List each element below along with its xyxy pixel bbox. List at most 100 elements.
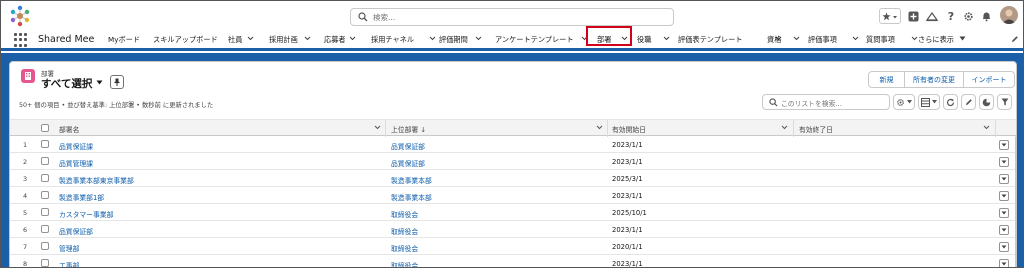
parent-department-link[interactable]: 取締役会: [391, 209, 418, 219]
row-actions-button[interactable]: [999, 157, 1009, 167]
chevron-down-icon[interactable]: [983, 125, 990, 130]
edit-list-button[interactable]: [961, 94, 976, 110]
app-launcher-icon[interactable]: [14, 33, 28, 47]
row-checkbox[interactable]: [41, 259, 49, 267]
column-header-start-date[interactable]: 有効開始日: [612, 124, 646, 134]
nav-chevron-down-icon[interactable]: [429, 36, 436, 41]
table-row[interactable]: 4 製造事業部1部 製造事業本部 2023/1/1: [10, 187, 1016, 204]
row-actions-button[interactable]: [999, 259, 1009, 267]
filter-button[interactable]: [997, 94, 1012, 110]
change-owner-button[interactable]: 所有者の変更: [905, 71, 964, 88]
nav-item[interactable]: スキルアップボード: [153, 35, 218, 45]
display-as-button[interactable]: [918, 94, 940, 110]
nav-chevron-down-icon[interactable]: [304, 36, 311, 41]
nav-item[interactable]: 採用計画: [269, 35, 298, 45]
chart-button[interactable]: [979, 94, 994, 110]
edit-nav-icon[interactable]: [1011, 35, 1019, 45]
column-header-parent[interactable]: 上位部署 ↓: [391, 124, 426, 134]
nav-item[interactable]: 評価期間: [439, 35, 468, 45]
department-name-link[interactable]: 品質管理課: [59, 158, 93, 168]
list-view-name[interactable]: すべて選択: [41, 76, 92, 91]
nav-item[interactable]: 評価表テンプレート: [678, 35, 742, 45]
pin-button[interactable]: [110, 75, 124, 89]
nav-chevron-down-icon[interactable]: [793, 36, 800, 41]
nav-item[interactable]: 社員: [228, 35, 242, 45]
parent-department-link[interactable]: 品質保証部: [391, 141, 425, 151]
chevron-down-icon[interactable]: [959, 36, 966, 41]
row-actions-button[interactable]: [999, 174, 1009, 184]
parent-department-link[interactable]: 製造事業本部: [391, 192, 432, 202]
avatar[interactable]: [1000, 6, 1018, 24]
nav-item[interactable]: 評価事項: [808, 35, 837, 45]
select-all-checkbox[interactable]: [41, 124, 49, 132]
parent-department-link[interactable]: 取締役会: [391, 243, 418, 253]
import-button[interactable]: インポート: [964, 71, 1015, 88]
table-row[interactable]: 2 品質管理課 品質保証部 2023/1/1: [10, 153, 1016, 170]
department-name-link[interactable]: 製造事業部1部: [59, 192, 104, 202]
list-search-input[interactable]: このリストを検索...: [762, 94, 890, 110]
chevron-down-icon[interactable]: [596, 125, 603, 130]
list-settings-button[interactable]: [893, 94, 915, 110]
column-divider[interactable]: [607, 120, 608, 137]
row-checkbox[interactable]: [41, 174, 49, 182]
trailhead-icon[interactable]: [925, 8, 939, 24]
row-checkbox[interactable]: [41, 225, 49, 233]
add-icon[interactable]: [907, 8, 920, 24]
column-header-end-date[interactable]: 有効終了日: [799, 124, 833, 134]
row-checkbox[interactable]: [41, 191, 49, 199]
row-actions-button[interactable]: [999, 191, 1009, 201]
nav-item[interactable]: 資格: [767, 35, 781, 45]
row-actions-button[interactable]: [999, 225, 1009, 235]
refresh-button[interactable]: [943, 94, 958, 110]
chevron-down-icon[interactable]: [781, 125, 788, 130]
nav-chevron-down-icon[interactable]: [475, 36, 482, 41]
nav-chevron-down-icon[interactable]: [852, 36, 859, 41]
row-checkbox[interactable]: [41, 140, 49, 148]
nav-item[interactable]: Myボード: [108, 35, 140, 45]
nav-chevron-down-icon[interactable]: [349, 36, 356, 41]
nav-item[interactable]: 採用チャネル: [371, 35, 414, 45]
table-row[interactable]: 3 製造事業本部東京事業部 製造事業本部 2025/3/1: [10, 170, 1016, 187]
table-row[interactable]: 8 工事部 取締役会 2023/1/1: [10, 255, 1016, 267]
table-row[interactable]: 5 カスタマー事業部 取締役会 2025/10/1: [10, 204, 1016, 221]
row-checkbox[interactable]: [41, 242, 49, 250]
row-actions-button[interactable]: [999, 208, 1009, 218]
chevron-down-icon[interactable]: [374, 125, 381, 130]
column-header-name[interactable]: 部署名: [59, 124, 79, 134]
department-name-link[interactable]: カスタマー事業部: [59, 209, 113, 219]
nav-chevron-down-icon[interactable]: [911, 36, 918, 41]
nav-chevron-down-icon[interactable]: [663, 36, 670, 41]
nav-item[interactable]: アンケートテンプレート: [495, 35, 574, 45]
nav-item[interactable]: 質問事項: [866, 35, 895, 45]
app-logo[interactable]: [9, 5, 31, 27]
row-actions-button[interactable]: [999, 242, 1009, 252]
row-checkbox[interactable]: [41, 157, 49, 165]
new-button[interactable]: 新規: [868, 71, 905, 88]
department-name-link[interactable]: 製造事業本部東京事業部: [59, 175, 134, 185]
parent-department-link[interactable]: 取締役会: [391, 226, 418, 236]
department-name-link[interactable]: 品質保証課: [59, 141, 93, 151]
table-scrollbar[interactable]: [1015, 136, 1016, 267]
table-row[interactable]: 1 品質保証課 品質保証部 2023/1/1: [10, 136, 1016, 153]
table-row[interactable]: 7 管理部 取締役会 2020/1/1: [10, 238, 1016, 255]
column-divider[interactable]: [793, 120, 794, 137]
parent-department-link[interactable]: 製造事業本部: [391, 175, 432, 185]
department-name-link[interactable]: 品質保証部: [59, 226, 93, 236]
row-actions-button[interactable]: [999, 140, 1009, 150]
nav-item[interactable]: 役職: [637, 35, 651, 45]
parent-department-link[interactable]: 品質保証部: [391, 158, 425, 168]
bell-icon[interactable]: [980, 8, 993, 24]
column-divider[interactable]: [385, 120, 386, 137]
gear-icon[interactable]: [962, 8, 975, 24]
nav-item[interactable]: 応募者: [324, 35, 346, 45]
help-icon[interactable]: ?: [945, 8, 957, 24]
nav-chevron-down-icon[interactable]: [247, 36, 254, 41]
table-row[interactable]: 6 品質保証部 取締役会 2023/1/1: [10, 221, 1016, 238]
favorites-button[interactable]: [879, 8, 901, 24]
chevron-down-icon[interactable]: [96, 79, 103, 87]
department-name-link[interactable]: 工事部: [59, 260, 79, 267]
global-search-input[interactable]: 検索...: [350, 8, 674, 26]
parent-department-link[interactable]: 取締役会: [391, 260, 418, 267]
row-checkbox[interactable]: [41, 208, 49, 216]
nav-item[interactable]: さらに表示: [918, 35, 954, 45]
